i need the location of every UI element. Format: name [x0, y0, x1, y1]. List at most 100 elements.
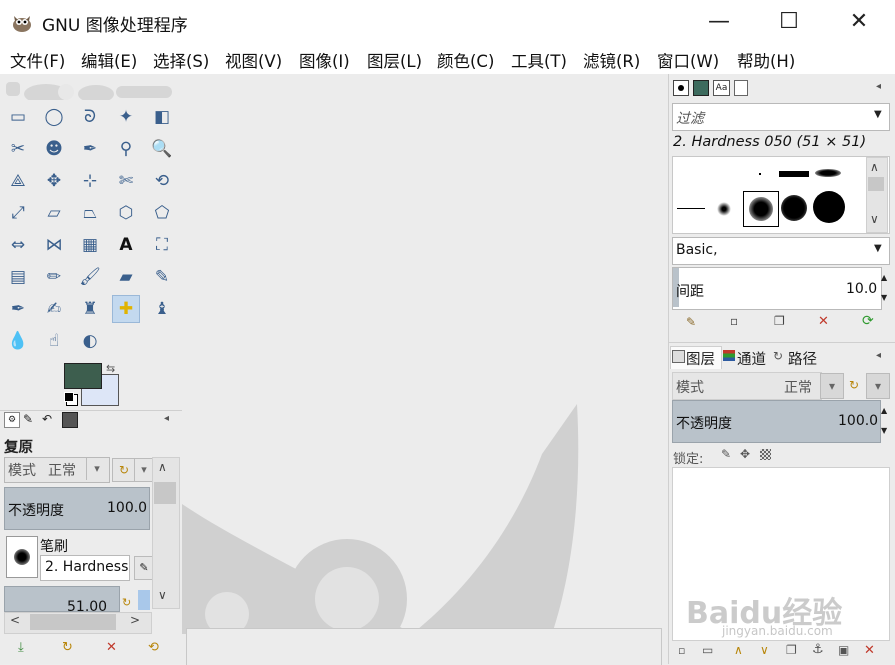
brush-grid[interactable]	[672, 156, 890, 234]
scale-tool-icon[interactable]: ⤢	[5, 200, 31, 226]
hscrollbar-thumb[interactable]	[30, 614, 116, 630]
brush-item[interactable]	[759, 173, 761, 175]
opacity-spin-up-icon[interactable]: ▲	[881, 401, 887, 420]
tab-channels[interactable]: 通道	[737, 348, 766, 369]
brush-item[interactable]	[779, 171, 809, 177]
reset-layer-mode-icon[interactable]: ↻	[844, 373, 864, 397]
spacing-spin-down-icon[interactable]: ▼	[881, 288, 887, 307]
crop-tool-icon[interactable]: ✄	[113, 168, 139, 194]
align-tool-icon[interactable]: ⊹	[77, 168, 103, 194]
chevron-down-icon[interactable]: ▾	[820, 373, 844, 399]
paths-tool-icon[interactable]: ✒	[77, 136, 103, 162]
paintbrush-tool-icon[interactable]: 🖌	[77, 264, 103, 290]
measure-tool-icon[interactable]: ⟁	[5, 168, 31, 194]
tool-options-scrollbar[interactable]	[152, 457, 180, 609]
merge-layer-icon[interactable]: ▣	[838, 643, 849, 657]
foreground-color-swatch-front[interactable]	[64, 363, 102, 389]
maximize-button[interactable]: ☐	[754, 0, 824, 44]
chevron-down-icon[interactable]: ▾	[866, 373, 890, 399]
chevron-down-icon[interactable]: ▼	[874, 109, 882, 120]
document-history-tab-icon[interactable]	[734, 80, 748, 96]
new-layer-group-icon[interactable]: ▭	[702, 643, 713, 657]
scrollbar-thumb[interactable]	[868, 177, 884, 191]
spacing-spin-up-icon[interactable]: ▲	[881, 268, 887, 287]
by-color-select-tool-icon[interactable]: ◧	[149, 104, 175, 130]
minimize-button[interactable]: —	[684, 0, 754, 44]
brush-preview-button[interactable]	[6, 536, 38, 578]
free-select-tool-icon[interactable]: ᘐ	[77, 104, 103, 130]
refresh-brushes-icon[interactable]: ⟳	[862, 313, 874, 329]
airbrush-tool-icon[interactable]: ✎	[149, 264, 175, 290]
edit-brush-icon[interactable]: ✎	[134, 556, 154, 580]
heal-tool-icon[interactable]: ✚	[112, 295, 140, 323]
color-picker-tool-icon[interactable]: ⚲	[113, 136, 139, 162]
menu-image[interactable]: 图像(I)	[299, 48, 350, 72]
bucket-fill-tool-icon[interactable]: ⛶	[149, 232, 175, 258]
swap-colors-icon[interactable]: ⇆	[106, 362, 115, 375]
save-tool-preset-icon[interactable]: ⤓	[18, 640, 24, 655]
brush-item-selected[interactable]	[743, 191, 779, 227]
scroll-up-icon[interactable]: ∧	[158, 460, 167, 474]
fuzzy-select-tool-icon[interactable]: ✦	[113, 104, 139, 130]
link-size-icon[interactable]	[138, 590, 150, 610]
brush-name-field[interactable]: 2. Hardness	[40, 555, 130, 581]
menu-edit[interactable]: 编辑(E)	[81, 48, 137, 72]
reset-mode-icon[interactable]: ↻	[112, 458, 136, 482]
reset-tool-options-icon[interactable]: ⟲	[148, 640, 159, 655]
zoom-tool-icon[interactable]: 🔍	[149, 136, 175, 162]
scroll-left-icon[interactable]: <	[10, 613, 20, 627]
flip-tool-icon[interactable]: ⇔	[5, 232, 31, 258]
layers-menu-icon[interactable]: ◂	[876, 350, 881, 361]
handle-transform-tool-icon[interactable]: ⋈	[41, 232, 67, 258]
rotate-tool-icon[interactable]: ⟲	[149, 168, 175, 194]
tool-options-menu-icon[interactable]: ◂	[164, 413, 169, 424]
brush-item[interactable]	[813, 191, 845, 223]
cage-transform-tool-icon[interactable]: ⬠	[149, 200, 175, 226]
lock-alpha-icon[interactable]	[760, 449, 771, 460]
fonts-tab-icon[interactable]: Aa	[713, 80, 730, 96]
gradient-tool-icon[interactable]: ▤	[5, 264, 31, 290]
restore-tool-preset-icon[interactable]: ↻	[62, 640, 73, 655]
opacity-spin-down-icon[interactable]: ▼	[881, 421, 887, 440]
tool-options-tab-icon[interactable]: ⚙	[4, 412, 20, 428]
menu-filters[interactable]: 滤镜(R)	[583, 48, 640, 72]
menu-file[interactable]: 文件(F)	[10, 48, 65, 72]
pencil-tool-icon[interactable]: ✏	[41, 264, 67, 290]
menu-help[interactable]: 帮助(H)	[737, 48, 795, 72]
foreground-select-tool-icon[interactable]: ☻	[41, 136, 67, 162]
menu-windows[interactable]: 窗口(W)	[657, 48, 719, 72]
brush-item[interactable]	[815, 169, 841, 177]
brush-filter-field[interactable]	[672, 103, 890, 131]
rect-select-tool-icon[interactable]: ▭	[5, 104, 31, 130]
clone-tool-icon[interactable]: ♜	[77, 296, 103, 322]
new-layer-icon[interactable]: ▫	[678, 644, 685, 657]
duplicate-brush-icon[interactable]: ❐	[774, 314, 785, 328]
raise-layer-icon[interactable]: ∧	[734, 643, 743, 657]
delete-tool-preset-icon[interactable]: ✕	[106, 640, 117, 655]
scissors-select-tool-icon[interactable]: ✂	[5, 136, 31, 162]
scroll-up-icon[interactable]: ∧	[870, 160, 879, 174]
lower-layer-icon[interactable]: ∨	[760, 643, 769, 657]
default-colors-icon[interactable]	[64, 392, 74, 402]
brush-item[interactable]	[781, 195, 807, 221]
duplicate-layer-icon[interactable]: ❐	[786, 643, 797, 657]
ellipse-select-tool-icon[interactable]: ◯	[41, 104, 67, 130]
new-brush-icon[interactable]: ▫	[730, 314, 738, 328]
blur-tool-icon[interactable]: 💧	[5, 328, 31, 354]
tab-layers[interactable]: 图层	[686, 348, 715, 369]
close-button[interactable]: ✕	[824, 0, 894, 44]
brushes-tab-icon[interactable]	[673, 80, 689, 96]
patterns-tab-icon[interactable]	[693, 80, 709, 96]
scroll-right-icon[interactable]: >	[130, 613, 140, 627]
tool-size-slider[interactable]: 51.00	[4, 586, 120, 612]
images-tab-icon[interactable]	[62, 412, 78, 428]
edit-brush-icon[interactable]: ✎	[686, 315, 696, 329]
smudge-tool-icon[interactable]: ☝	[41, 328, 67, 354]
text-tool-icon[interactable]: A	[113, 232, 139, 258]
delete-layer-icon[interactable]: ✕	[864, 643, 875, 658]
shear-tool-icon[interactable]: ▱	[41, 200, 67, 226]
perspective-tool-icon[interactable]: ⏢	[77, 200, 103, 226]
menu-colors[interactable]: 颜色(C)	[437, 48, 494, 72]
chevron-down-icon[interactable]: ▾	[134, 458, 154, 482]
menu-layer[interactable]: 图层(L)	[367, 48, 422, 72]
